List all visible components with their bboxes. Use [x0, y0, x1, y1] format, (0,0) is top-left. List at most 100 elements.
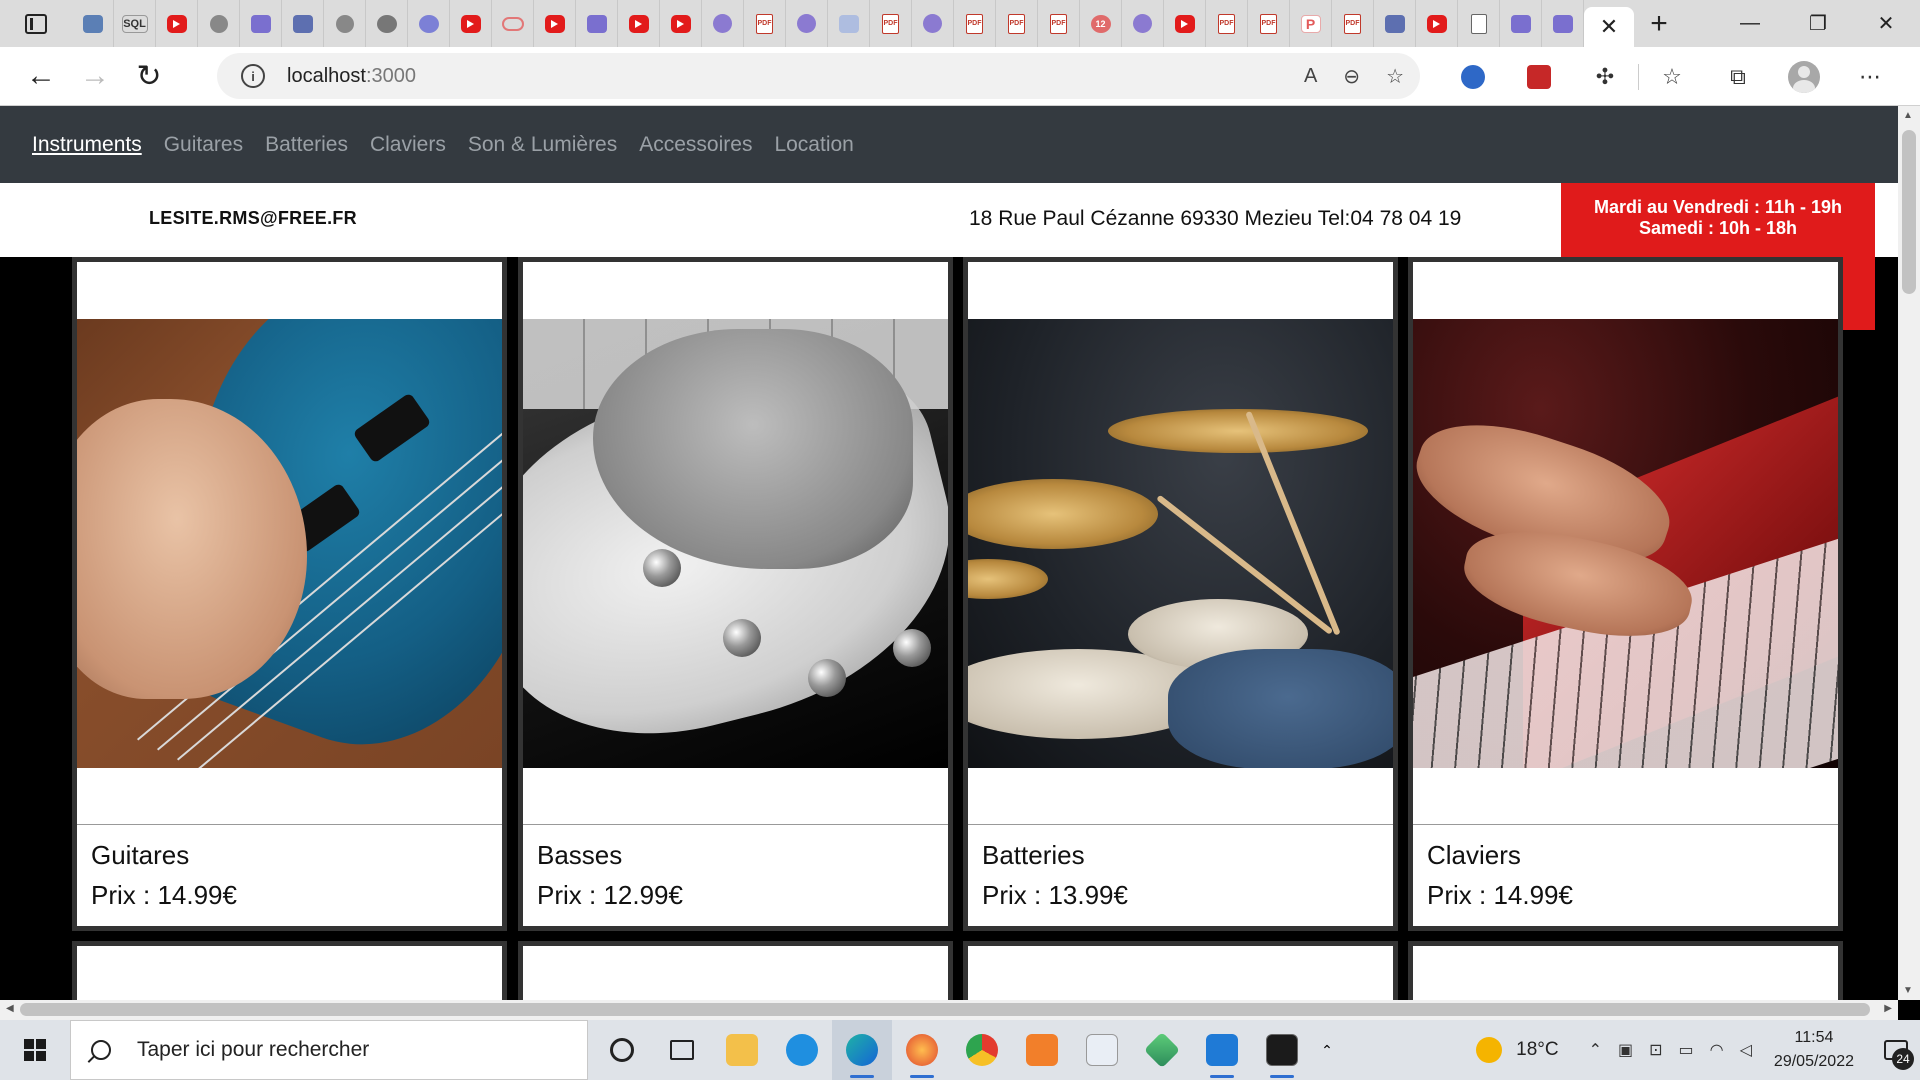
app-button[interactable]	[772, 1020, 832, 1080]
tab[interactable]	[912, 0, 954, 47]
tab[interactable]: PDF	[1248, 0, 1290, 47]
product-card-basses[interactable]: Basses Prix : 12.99€	[518, 257, 953, 931]
settings-menu-button[interactable]: ⋯	[1837, 47, 1903, 106]
nav-location[interactable]: Location	[774, 133, 853, 157]
extension-button[interactable]	[1506, 47, 1572, 106]
tab[interactable]	[282, 0, 324, 47]
vscode-button[interactable]	[1192, 1020, 1252, 1080]
forward-button[interactable]: →	[68, 49, 122, 103]
tab[interactable]	[450, 0, 492, 47]
taskbar-search[interactable]: Taper ici pour rechercher	[70, 1020, 588, 1080]
notifications-button[interactable]: 24	[1872, 1020, 1920, 1080]
tab[interactable]	[324, 0, 366, 47]
chrome-button[interactable]	[952, 1020, 1012, 1080]
product-card[interactable]	[518, 941, 953, 1000]
tab[interactable]: PDF	[954, 0, 996, 47]
tab[interactable]: PDF	[1206, 0, 1248, 47]
tab[interactable]	[408, 0, 450, 47]
tab[interactable]: SQL	[114, 0, 156, 47]
terminal-button[interactable]	[1252, 1020, 1312, 1080]
extension-button[interactable]	[1440, 47, 1506, 106]
collections-button[interactable]: ⧉	[1705, 47, 1771, 106]
restore-icon[interactable]: ❐	[1784, 0, 1852, 47]
vertical-scrollbar[interactable]: ▲ ▼	[1898, 106, 1920, 1000]
tab[interactable]	[1164, 0, 1206, 47]
tab[interactable]	[1542, 0, 1584, 47]
cortana-button[interactable]	[592, 1020, 652, 1080]
nav-batteries[interactable]: Batteries	[265, 133, 348, 157]
product-card[interactable]	[1408, 941, 1843, 1000]
tab[interactable]: PDF	[996, 0, 1038, 47]
tab[interactable]	[1122, 0, 1164, 47]
tab[interactable]	[660, 0, 702, 47]
nav-accessoires[interactable]: Accessoires	[639, 133, 752, 157]
tab[interactable]: PDF	[744, 0, 786, 47]
edge-button[interactable]	[832, 1020, 892, 1080]
url-text[interactable]: localhost:3000	[287, 65, 416, 88]
tab[interactable]	[1500, 0, 1542, 47]
tab[interactable]	[240, 0, 282, 47]
product-card[interactable]	[963, 941, 1398, 1000]
tab[interactable]	[1458, 0, 1500, 47]
volume-icon[interactable]: ◁	[1740, 1040, 1752, 1060]
xampp-button[interactable]	[1012, 1020, 1072, 1080]
tab[interactable]	[72, 0, 114, 47]
scroll-right-icon[interactable]: ▶	[1884, 1003, 1892, 1014]
info-icon[interactable]: i	[241, 64, 265, 88]
profile-button[interactable]	[1771, 47, 1837, 106]
scroll-down-icon[interactable]: ▼	[1903, 985, 1913, 996]
tab[interactable]: P	[1290, 0, 1332, 47]
reload-button[interactable]: ↻	[122, 49, 176, 103]
nav-claviers[interactable]: Claviers	[370, 133, 446, 157]
tab[interactable]	[198, 0, 240, 47]
task-view-button[interactable]	[652, 1020, 712, 1080]
product-card-batteries[interactable]: Batteries Prix : 13.99€	[963, 257, 1398, 931]
tab[interactable]	[1416, 0, 1458, 47]
extensions-button[interactable]: ✣	[1572, 47, 1638, 106]
tab[interactable]	[492, 0, 534, 47]
tab[interactable]	[156, 0, 198, 47]
favorites-button[interactable]: ☆	[1639, 47, 1705, 106]
product-card[interactable]	[72, 941, 507, 1000]
scrollbar-thumb[interactable]	[20, 1003, 1870, 1016]
scrollbar-thumb[interactable]	[1902, 130, 1916, 294]
back-button[interactable]: ←	[14, 49, 68, 103]
minimize-icon[interactable]: —	[1716, 0, 1784, 47]
active-tab-close-button[interactable]: ✕	[1584, 7, 1634, 47]
taskbar-scroll[interactable]: ⌃	[1312, 1020, 1342, 1080]
tab[interactable]: 12	[1080, 0, 1122, 47]
tab[interactable]	[1374, 0, 1416, 47]
app-button[interactable]	[1132, 1020, 1192, 1080]
wifi-icon[interactable]: ◠	[1710, 1040, 1724, 1060]
tab[interactable]: PDF	[1332, 0, 1374, 47]
close-icon[interactable]: ✕	[1852, 0, 1920, 47]
battery-icon[interactable]: ▭	[1679, 1040, 1694, 1060]
address-bar[interactable]: i localhost:3000 A ⊖ ☆	[217, 53, 1420, 99]
tab-actions-button[interactable]	[0, 0, 72, 47]
tab[interactable]	[702, 0, 744, 47]
chevron-up-icon[interactable]: ⌃	[1589, 1040, 1602, 1060]
tab[interactable]	[534, 0, 576, 47]
zoom-out-icon[interactable]: ⊖	[1343, 64, 1360, 89]
tab[interactable]: PDF	[1038, 0, 1080, 47]
clock[interactable]: 11:54 29/05/2022	[1774, 1026, 1854, 1074]
file-explorer-button[interactable]	[712, 1020, 772, 1080]
horizontal-scrollbar[interactable]: ◀ ▶	[0, 1000, 1898, 1020]
product-card-guitares[interactable]: Guitares Prix : 14.99€	[72, 257, 507, 931]
new-tab-button[interactable]: +	[1634, 0, 1684, 47]
tab[interactable]	[576, 0, 618, 47]
weather-icon[interactable]	[1476, 1037, 1503, 1063]
product-card-claviers[interactable]: Claviers Prix : 14.99€	[1408, 257, 1843, 931]
network-icon[interactable]: ⊡	[1649, 1040, 1662, 1060]
weather-temperature[interactable]: 18°C	[1516, 1039, 1558, 1061]
tab[interactable]	[618, 0, 660, 47]
tab[interactable]	[366, 0, 408, 47]
tab[interactable]: PDF	[870, 0, 912, 47]
scroll-left-icon[interactable]: ◀	[6, 1003, 14, 1014]
device-icon[interactable]: ▣	[1618, 1040, 1633, 1060]
tab[interactable]	[786, 0, 828, 47]
app-button[interactable]	[1072, 1020, 1132, 1080]
nav-son-lumieres[interactable]: Son & Lumières	[468, 133, 617, 157]
nav-guitares[interactable]: Guitares	[164, 133, 243, 157]
scroll-up-icon[interactable]: ▲	[1903, 110, 1913, 121]
